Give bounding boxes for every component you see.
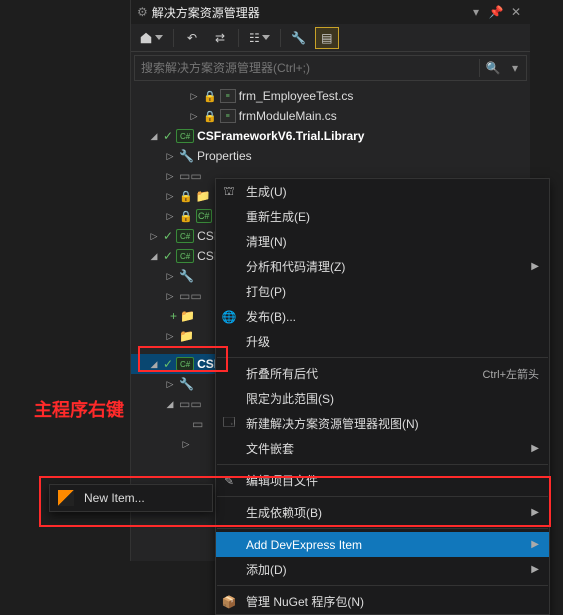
search-box[interactable]: 🔍 ▾	[134, 55, 527, 81]
pin-icon[interactable]: 📌	[488, 4, 504, 20]
ctx-build[interactable]: ⛫生成(U)	[216, 179, 549, 204]
csharp-file-icon: ≡	[220, 109, 236, 123]
ctx-nuget[interactable]: 📦管理 NuGet 程序包(N)	[216, 589, 549, 614]
csharp-icon: C#	[196, 209, 212, 223]
newview-icon: 🗔	[220, 413, 238, 434]
csproj-icon: C#	[176, 229, 194, 243]
expand-icon[interactable]	[164, 170, 176, 182]
separator	[217, 528, 548, 529]
wrench-icon: 🔧	[179, 377, 194, 391]
ctx-rebuild[interactable]: 重新生成(E)	[216, 204, 549, 229]
gear-icon[interactable]: ⚙	[137, 5, 148, 19]
panel-header: ⚙ 解决方案资源管理器 ▾ 📌 ✕	[131, 0, 530, 24]
tree-file[interactable]: 🔒 ≡ frmModuleMain.cs	[131, 106, 530, 126]
lock-icon: 🔒	[203, 110, 217, 123]
ctx-scope[interactable]: 限定为此范围(S)	[216, 386, 549, 411]
expand-icon[interactable]	[164, 210, 176, 222]
submenu-arrow-icon: ▶	[531, 539, 539, 550]
expand-icon[interactable]	[164, 290, 176, 302]
references-icon: ▭▭	[179, 397, 202, 411]
wrench-icon: 🔧	[179, 149, 194, 163]
shortcut-label: Ctrl+左箭头	[482, 366, 539, 382]
ctx-collapse[interactable]: 折叠所有后代Ctrl+左箭头	[216, 361, 549, 386]
submenu-arrow-icon: ▶	[531, 507, 539, 518]
separator	[217, 585, 548, 586]
ctx-add-devexpress[interactable]: Add DevExpress Item▶	[216, 532, 549, 557]
collapse-icon[interactable]	[164, 398, 176, 410]
lock-icon: 🔒	[179, 210, 193, 223]
references-icon: ▭▭	[179, 169, 202, 183]
separator	[217, 496, 548, 497]
globe-icon: 🌐	[220, 310, 238, 324]
ctx-pack[interactable]: 打包(P)	[216, 279, 549, 304]
nuget-icon: 📦	[220, 595, 238, 609]
expand-icon[interactable]	[188, 110, 200, 122]
toolbar: ↶ ⇄ ☷ 🔧 ▤	[131, 24, 530, 52]
build-icon: ⛫	[220, 184, 238, 200]
ctx-upgrade[interactable]: 升级	[216, 329, 549, 354]
search-input[interactable]	[135, 61, 477, 75]
submenu-arrow-icon: ▶	[531, 564, 539, 575]
csharp-file-icon: ≡	[220, 89, 236, 103]
csproj-icon: C#	[176, 249, 194, 263]
references-icon: ▭▭	[179, 289, 202, 303]
preview-button[interactable]: ▤	[315, 27, 339, 49]
tree-project[interactable]: ✓ C# CSFrameworkV6.Trial.Library	[131, 126, 530, 146]
tree-label	[205, 169, 208, 183]
submenu-arrow-icon: ▶	[531, 261, 539, 272]
hierarchy-button[interactable]: ☷	[245, 27, 274, 49]
expand-icon[interactable]	[188, 90, 200, 102]
ctx-clean[interactable]: 清理(N)	[216, 229, 549, 254]
tree-label: frmModuleMain.cs	[239, 109, 337, 123]
tree-label: CSFrameworkV6.Trial.Library	[197, 129, 364, 143]
panel-title: 解决方案资源管理器	[152, 4, 464, 21]
expand-icon[interactable]	[148, 230, 160, 242]
lock-icon: 🔒	[203, 90, 217, 103]
collapse-icon[interactable]	[148, 250, 160, 262]
ctx-publish[interactable]: 🌐发布(B)...	[216, 304, 549, 329]
home-button[interactable]	[135, 27, 167, 49]
collapse-icon[interactable]	[148, 130, 160, 142]
collapse-icon[interactable]	[148, 358, 160, 370]
submenu-label: New Item...	[84, 491, 145, 505]
close-icon[interactable]: ✕	[508, 4, 524, 20]
expand-icon[interactable]	[164, 270, 176, 282]
search-dropdown-icon[interactable]: ▾	[504, 57, 526, 79]
wrench-button[interactable]: 🔧	[287, 27, 311, 49]
ctx-builddep[interactable]: 生成依赖项(B)▶	[216, 500, 549, 525]
separator	[217, 464, 548, 465]
tree-label: frm_EmployeeTest.cs	[239, 89, 354, 103]
annotation-text: 主程序右键	[34, 396, 124, 422]
dropdown-icon[interactable]: ▾	[468, 4, 484, 20]
edit-icon: ✎	[220, 474, 238, 488]
expand-icon[interactable]	[180, 438, 192, 450]
csproj-icon: C#	[176, 357, 194, 371]
submenu-new-item[interactable]: New Item...	[49, 484, 213, 512]
submenu-arrow-icon: ▶	[531, 443, 539, 454]
ctx-editproj[interactable]: ✎编辑项目文件	[216, 468, 549, 493]
sync-button[interactable]: ⇄	[208, 27, 232, 49]
ctx-nesting[interactable]: 文件嵌套▶	[216, 436, 549, 461]
lock-icon: 🔒	[179, 190, 193, 203]
context-menu: ⛫生成(U) 重新生成(E) 清理(N) 分析和代码清理(Z)▶ 打包(P) 🌐…	[215, 178, 550, 615]
tree-label: Properties	[197, 149, 252, 163]
csproj-icon: C#	[176, 129, 194, 143]
ctx-newview[interactable]: 🗔新建解决方案资源管理器视图(N)	[216, 411, 549, 436]
expand-icon[interactable]	[164, 190, 176, 202]
tree-properties[interactable]: 🔧 Properties	[131, 146, 530, 166]
ctx-analyze[interactable]: 分析和代码清理(Z)▶	[216, 254, 549, 279]
tree-file[interactable]: 🔒 ≡ frm_EmployeeTest.cs	[131, 86, 530, 106]
back-button[interactable]: ↶	[180, 27, 204, 49]
search-icon[interactable]: 🔍	[482, 57, 504, 79]
devexpress-icon	[58, 490, 74, 506]
expand-icon[interactable]	[164, 378, 176, 390]
separator	[217, 357, 548, 358]
expand-icon[interactable]	[164, 150, 176, 162]
wrench-icon: 🔧	[179, 269, 194, 283]
expand-icon[interactable]	[164, 330, 176, 342]
